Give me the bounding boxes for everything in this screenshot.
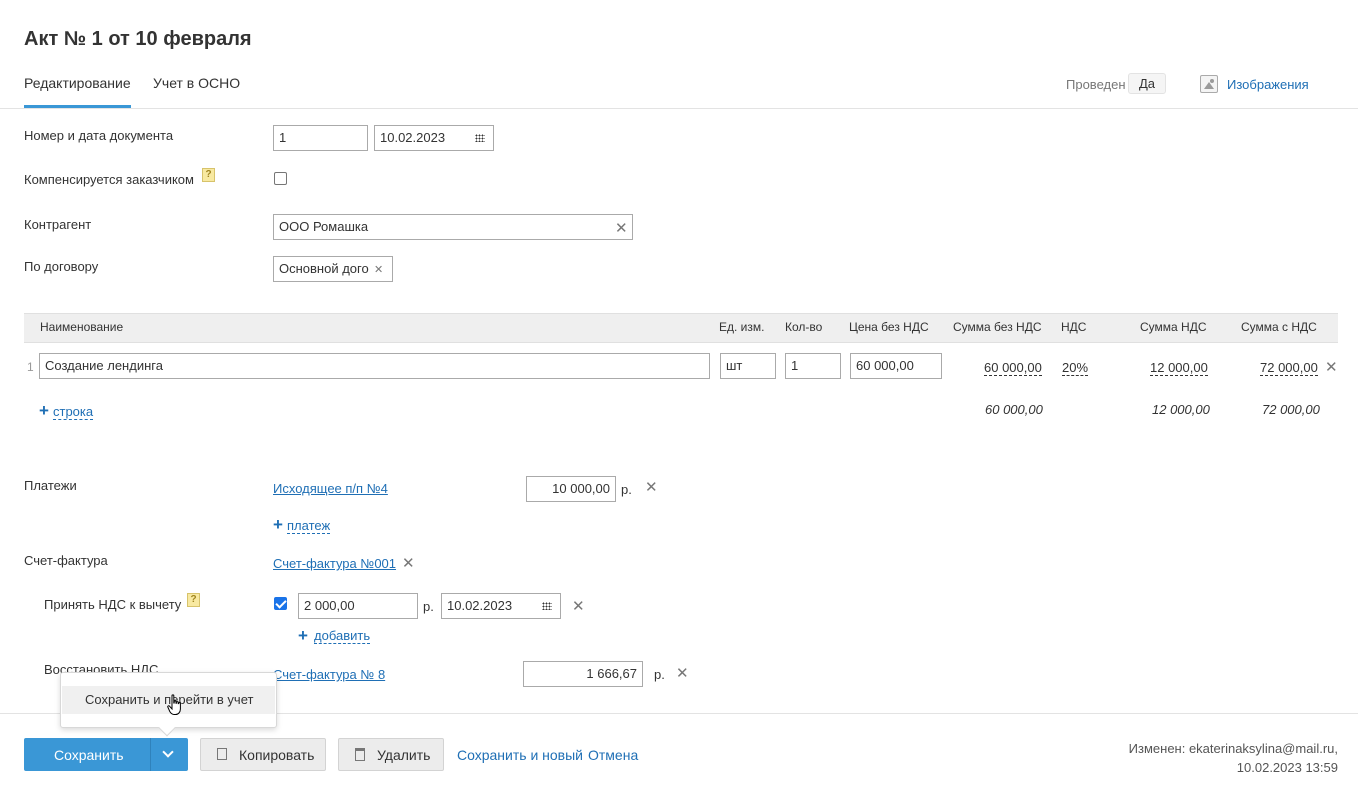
add-payment-link[interactable]: платеж [287, 518, 331, 534]
counterparty-label: Контрагент [24, 217, 92, 232]
plus-icon[interactable]: + [39, 402, 49, 419]
save-and-new-link[interactable]: Сохранить и новый [457, 747, 583, 763]
vat-deduct-currency: р. [423, 599, 434, 614]
item-vat-rate[interactable]: 20% [1062, 360, 1089, 376]
calendar-icon[interactable] [475, 134, 485, 142]
contract-value: Основной дого [279, 261, 369, 276]
invoice-label: Счет-фактура [24, 553, 108, 568]
col-sum-no-vat: Сумма без НДС [953, 320, 1042, 334]
clear-contract-icon[interactable]: ✕ [374, 263, 383, 278]
calendar-icon[interactable] [542, 602, 552, 610]
provedeno-toggle[interactable]: Да [1128, 73, 1166, 94]
vat-deduct-label: Принять НДС к вычету [44, 597, 182, 612]
hand-cursor-icon [167, 694, 181, 715]
copy-icon [214, 748, 227, 765]
tab-osno[interactable]: Учет в ОСНО [153, 75, 240, 91]
col-unit: Ед. изм. [719, 320, 765, 334]
modified-date: 10.02.2023 13:59 [1236, 760, 1338, 775]
remove-invoice-icon[interactable]: ✕ [402, 556, 415, 571]
delete-row-icon[interactable]: ✕ [1325, 360, 1338, 375]
counterparty-input[interactable]: ООО Ромашка [273, 214, 633, 240]
col-vat: НДС [1061, 320, 1087, 334]
item-name-input[interactable]: Создание лендинга [39, 353, 710, 379]
doc-number-label: Номер и дата документа [24, 128, 174, 143]
total-sum-with-vat: 72 000,00 [1262, 402, 1320, 417]
payment-amount-input[interactable]: 10 000,00 [526, 476, 616, 502]
save-options-toggle[interactable] [150, 738, 188, 771]
tabs-divider [0, 108, 1358, 109]
payment-currency: р. [621, 482, 632, 497]
remove-vat-deduct-icon[interactable]: ✕ [572, 599, 585, 614]
add-vat-deduct-link[interactable]: добавить [314, 628, 371, 644]
vat-deduct-date-input[interactable]: 10.02.2023 [441, 593, 561, 619]
plus-icon[interactable]: + [273, 516, 283, 533]
total-sum-no-vat: 60 000,00 [985, 402, 1043, 417]
contract-label: По договору [24, 259, 99, 274]
page-title: Акт № 1 от 10 февраля [24, 28, 252, 50]
item-sum-no-vat[interactable]: 60 000,00 [984, 360, 1042, 376]
compensated-label: Компенсируется заказчиком [24, 172, 194, 187]
image-icon[interactable] [1200, 75, 1218, 93]
item-price-input[interactable]: 60 000,00 [850, 353, 942, 379]
item-vat-sum[interactable]: 12 000,00 [1150, 360, 1208, 376]
trash-icon [355, 748, 365, 761]
tab-editing[interactable]: Редактирование [24, 75, 131, 108]
delete-button-label: Удалить [377, 747, 431, 763]
compensated-checkbox[interactable] [274, 172, 287, 185]
counterparty-value: ООО Ромашка [279, 219, 369, 234]
col-price: Цена без НДС [849, 320, 929, 334]
chevron-down-icon [162, 746, 174, 758]
remove-payment-icon[interactable]: ✕ [645, 480, 658, 495]
col-vat-sum: Сумма НДС [1140, 320, 1207, 334]
save-button-label: Сохранить [54, 747, 124, 763]
invoice-link[interactable]: Счет-фактура №001 [273, 556, 396, 571]
modified-by: Изменен: ekaterinaksylina@mail.ru, [1128, 741, 1338, 756]
add-row-link[interactable]: строка [53, 404, 94, 420]
vat-deduct-amount-input[interactable]: 2 000,00 [298, 593, 418, 619]
help-icon[interactable]: ? [202, 168, 215, 182]
save-button[interactable]: Сохранить [24, 738, 188, 771]
payments-label: Платежи [24, 478, 77, 493]
row-index: 1 [27, 360, 34, 374]
delete-button[interactable]: Удалить [338, 738, 444, 771]
vat-deduct-checkbox[interactable] [274, 597, 287, 610]
copy-button[interactable]: Копировать [200, 738, 326, 771]
doc-date-input[interactable]: 10.02.2023 [374, 125, 494, 151]
images-link[interactable]: Изображения [1227, 77, 1309, 92]
payment-link[interactable]: Исходящее п/п №4 [273, 481, 388, 496]
restore-currency: р. [654, 667, 665, 682]
clear-counterparty-icon[interactable]: ✕ [615, 221, 628, 236]
item-unit-input[interactable]: шт [720, 353, 776, 379]
doc-number-input[interactable]: 1 [273, 125, 368, 151]
col-sum-with-vat: Сумма с НДС [1241, 320, 1317, 334]
vat-deduct-date-value: 10.02.2023 [447, 598, 513, 613]
copy-button-label: Копировать [239, 747, 315, 763]
item-qty-input[interactable]: 1 [785, 353, 841, 379]
help-icon[interactable]: ? [187, 593, 200, 607]
col-name: Наименование [40, 320, 124, 334]
plus-icon[interactable]: + [298, 627, 308, 644]
restore-invoice-link[interactable]: Счет-фактура № 8 [273, 667, 385, 682]
provedeno-label: Проведен [1066, 77, 1126, 92]
cancel-link[interactable]: Отмена [588, 747, 638, 763]
restore-amount-input[interactable]: 1 666,67 [523, 661, 643, 687]
doc-date-value: 10.02.2023 [380, 130, 446, 145]
total-vat-sum: 12 000,00 [1152, 402, 1210, 417]
remove-restore-icon[interactable]: ✕ [676, 666, 689, 681]
dropdown-arrow [158, 719, 176, 737]
col-qty: Кол-во [785, 320, 823, 334]
item-sum-with-vat[interactable]: 72 000,00 [1260, 360, 1318, 376]
